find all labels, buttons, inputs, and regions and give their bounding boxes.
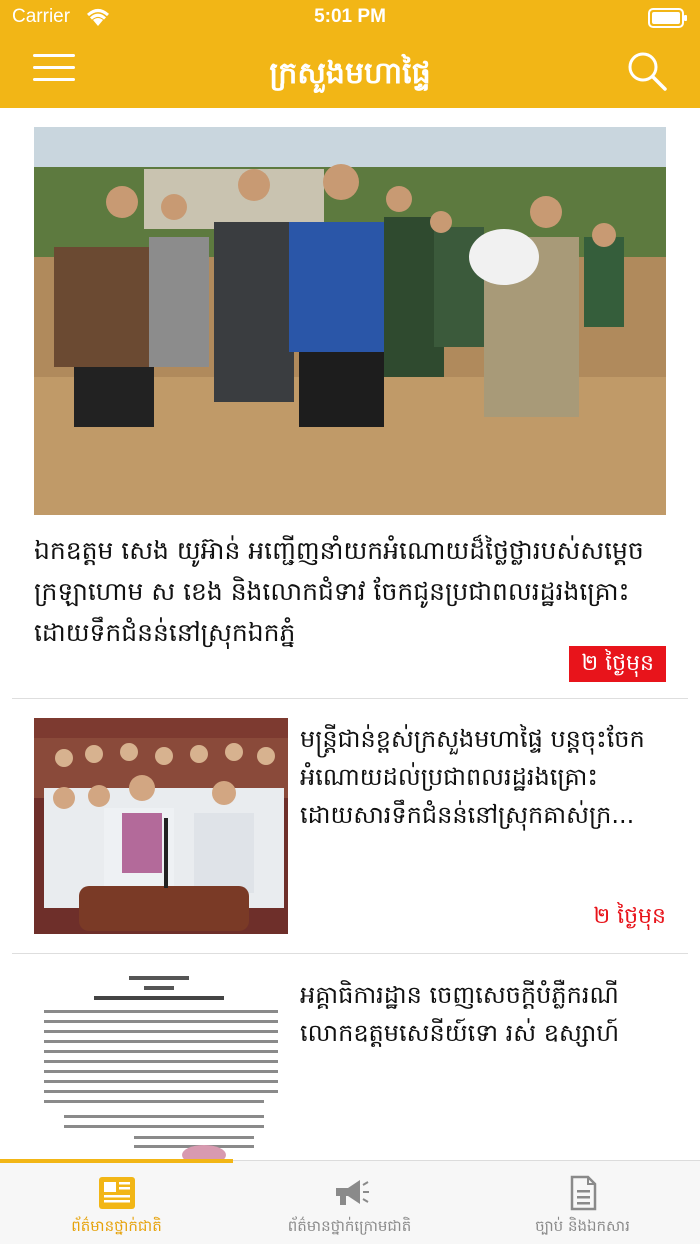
- divider: [12, 698, 688, 699]
- status-bar: Carrier 5:01 PM: [0, 0, 700, 36]
- hero-time-badge: ២ ថ្ងៃមុន: [569, 646, 666, 682]
- nav-bar: ក្រសួងមហាផ្ទៃ: [0, 36, 700, 108]
- tab-law-documents[interactable]: ច្បាប់ និងឯកសារ: [466, 1161, 699, 1244]
- page-title: ក្រសួងមហាផ្ទៃ: [269, 56, 431, 91]
- article-thumbnail[interactable]: [34, 970, 288, 1160]
- battery-icon: [648, 8, 687, 28]
- clock: 5:01 PM: [314, 6, 386, 27]
- newspaper-icon: [98, 1177, 135, 1209]
- tab-subnational-news[interactable]: ព័ត៌មានថ្នាក់ក្រោមជាតិ: [233, 1161, 466, 1244]
- tab-bar: ព័ត៌មានថ្នាក់ជាតិ ព័ត៌មានថ្នាក់ក្រោមជាតិ…: [0, 1159, 700, 1244]
- news-feed[interactable]: ឯកឧត្តម សេង យូអ៊ាន់ អញ្ជើញនាំយកអំណោយដ៏ថ្…: [0, 108, 700, 1160]
- tab-label: ព័ត៌មានថ្នាក់ជាតិ: [71, 1217, 162, 1235]
- article-title[interactable]: មន្ត្រីជាន់ខ្ពស់ក្រសួងមហាផ្ទៃ បន្តចុះចែក…: [300, 720, 670, 834]
- hero-article-title[interactable]: ឯកឧត្តម សេង យូអ៊ាន់ អញ្ជើញនាំយកអំណោយដ៏ថ្…: [34, 530, 674, 653]
- hero-article-photo[interactable]: [34, 127, 666, 515]
- megaphone-icon: [335, 1180, 369, 1205]
- tab-label: ព័ត៌មានថ្នាក់ក្រោមជាតិ: [287, 1217, 412, 1235]
- search-icon[interactable]: [626, 50, 668, 92]
- document-icon: [570, 1175, 596, 1211]
- divider: [12, 953, 688, 954]
- article-thumbnail[interactable]: [34, 718, 288, 934]
- tab-national-news[interactable]: ព័ត៌មានថ្នាក់ជាតិ: [0, 1161, 233, 1244]
- article-time: ២ ថ្ងៃមុន: [593, 904, 666, 929]
- tab-label: ច្បាប់ និងឯកសារ: [535, 1217, 630, 1235]
- article-title[interactable]: អគ្គាធិការដ្ឋាន ចេញសេចក្តីបំភ្លឺករណីលោកឧ…: [300, 976, 670, 1052]
